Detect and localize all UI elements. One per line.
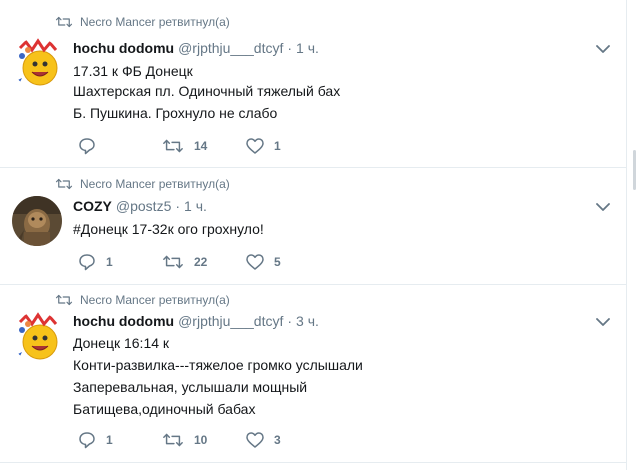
retweet-context[interactable]: Necro Mancer ретвитнул(а)	[55, 292, 230, 308]
divider	[0, 167, 626, 168]
retweet-icon	[163, 433, 183, 447]
separator-dot: ·	[287, 313, 293, 329]
heart-icon	[246, 138, 264, 154]
author-handle[interactable]: @rjpthju___dtcyf	[178, 40, 283, 56]
retweet-button[interactable]: 10	[162, 430, 207, 450]
avatar[interactable]	[12, 196, 62, 246]
smiley-crown-avatar-icon	[12, 312, 62, 362]
like-button[interactable]: 5	[246, 252, 281, 272]
chevron-down-icon[interactable]	[596, 317, 610, 327]
author-handle[interactable]: @postz5	[116, 198, 171, 214]
retweet-icon	[163, 139, 183, 153]
timestamp[interactable]: 3 ч.	[296, 313, 319, 329]
avatar[interactable]	[12, 38, 62, 88]
tweet-text-line: Конти-развилка---тяжелое громко услышали	[73, 357, 363, 373]
divider	[0, 462, 626, 463]
tweet-text-line: Шахтерская пл. Одиночный тяжелый бах	[73, 83, 341, 99]
retweet-context[interactable]: Necro Mancer ретвитнул(а)	[55, 176, 230, 192]
tweet-text-line: 17.31 к ФБ Донецк	[73, 63, 193, 79]
timestamp[interactable]: 1 ч.	[296, 40, 319, 56]
reply-icon	[79, 138, 95, 155]
avatar[interactable]	[12, 312, 62, 362]
author-name[interactable]: COZY	[73, 198, 112, 214]
reply-button[interactable]: 1	[78, 252, 113, 272]
separator-dot: ·	[287, 40, 293, 56]
like-count: 3	[274, 433, 281, 447]
reply-count: 1	[106, 433, 113, 447]
separator-dot: ·	[175, 198, 181, 214]
tweet-header: COZY @postz5 · 1 ч.	[73, 198, 207, 214]
smiley-crown-avatar-icon	[12, 38, 62, 88]
heart-icon	[246, 432, 264, 448]
divider	[0, 284, 626, 285]
reply-icon	[79, 432, 95, 449]
timestamp[interactable]: 1 ч.	[184, 198, 207, 214]
column-border	[626, 0, 627, 470]
retweet-icon	[55, 178, 73, 190]
reply-button[interactable]	[78, 136, 106, 156]
tweet-text-line: #Донецк 17-32к ого грохнуло!	[73, 221, 264, 237]
timeline: Necro Mancer ретвитнул(а) hochu dodomu @…	[0, 0, 626, 470]
tweet-text-line: Заперевальная, услышали мощный	[73, 379, 308, 395]
heart-icon	[246, 254, 264, 270]
retweet-count: 22	[194, 255, 208, 269]
like-button[interactable]: 3	[246, 430, 281, 450]
reply-button[interactable]: 1	[78, 430, 113, 450]
retweet-context-text: Necro Mancer ретвитнул(а)	[80, 177, 230, 191]
tweet-text-line: Донецк 16:14 к	[73, 335, 170, 351]
retweet-icon	[55, 16, 73, 28]
photo-avatar-icon	[12, 196, 62, 246]
like-button[interactable]: 1	[246, 136, 281, 156]
tweet-header: hochu dodomu @rjpthju___dtcyf · 3 ч.	[73, 313, 319, 329]
retweet-count: 14	[194, 139, 208, 153]
retweet-context-text: Necro Mancer ретвитнул(а)	[80, 15, 230, 29]
tweet-header: hochu dodomu @rjpthju___dtcyf · 1 ч.	[73, 40, 319, 56]
reply-count: 1	[106, 255, 113, 269]
author-handle[interactable]: @rjpthju___dtcyf	[178, 313, 283, 329]
reply-icon	[79, 254, 95, 271]
retweet-icon	[55, 294, 73, 306]
author-name[interactable]: hochu dodomu	[73, 313, 174, 329]
retweet-context-text: Necro Mancer ретвитнул(а)	[80, 293, 230, 307]
scrollbar-thumb[interactable]	[633, 150, 636, 190]
retweet-button[interactable]: 14	[162, 136, 207, 156]
retweet-button[interactable]: 22	[162, 252, 207, 272]
chevron-down-icon[interactable]	[596, 202, 610, 212]
retweet-context[interactable]: Necro Mancer ретвитнул(а)	[55, 14, 230, 30]
retweet-icon	[163, 255, 183, 269]
like-count: 5	[274, 255, 281, 269]
author-name[interactable]: hochu dodomu	[73, 40, 174, 56]
like-count: 1	[274, 139, 281, 153]
retweet-count: 10	[194, 433, 208, 447]
tweet-text-line: Батищева,одиночный бабах	[73, 401, 256, 417]
tweet-text-line: Б. Пушкина. Грохнуло не слабо	[73, 105, 278, 121]
chevron-down-icon[interactable]	[596, 44, 610, 54]
